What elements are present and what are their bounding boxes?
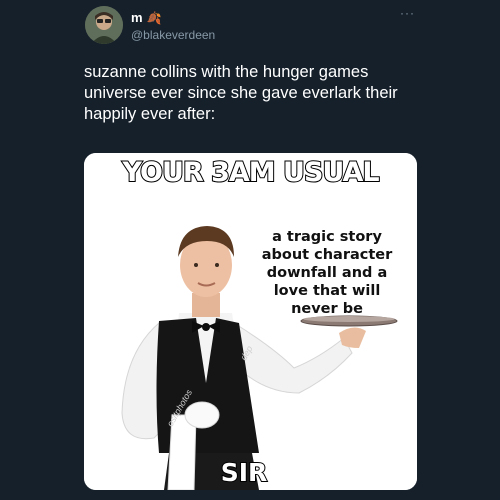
avatar[interactable] [85, 6, 123, 44]
meme-top-text: YOUR 3AM USUAL [121, 156, 380, 189]
display-name-text[interactable]: m [131, 10, 143, 25]
leaf-emoji-icon: 🍂 [146, 10, 162, 25]
tweet: m 🍂 @blakeverdeen ··· suzanne collins wi… [0, 0, 500, 500]
user-handle[interactable]: @blakeverdeen [131, 28, 215, 42]
tweet-text: suzanne collins with the hunger games un… [84, 63, 398, 123]
meme-caption: a tragic story about character downfall … [261, 229, 393, 317]
display-name[interactable]: m 🍂 [131, 10, 162, 25]
more-options-icon[interactable]: ··· [400, 6, 415, 20]
tweet-media-image[interactable]: YOUR 3AM USUAL a tragic story about char… [84, 153, 417, 490]
meme-bottom-text: SIR [220, 457, 269, 488]
